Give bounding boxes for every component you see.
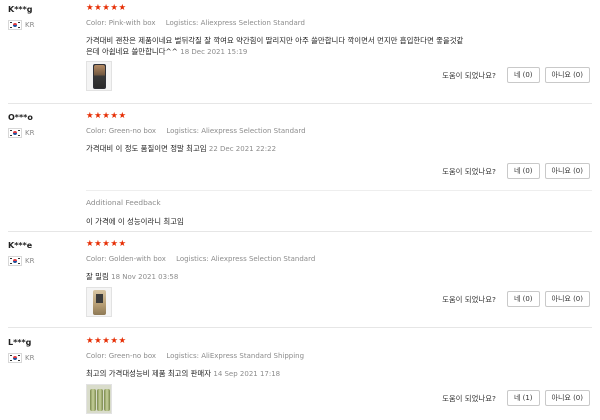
reviewer-info: O***o KR <box>8 113 34 138</box>
review-item: O***o KR ★★★★★ Color: Green-no box Logis… <box>0 104 600 232</box>
color-label: Color: <box>86 255 107 263</box>
reviewer-info: K***g KR <box>8 5 34 30</box>
review-date: 18 Dec 2021 15:19 <box>180 48 248 56</box>
review-text: 가격대비 괜찬은 제품이네요 벌뒤각질 잘 깍여요 약간힘이 딸리지만 아주 쓸… <box>86 35 590 58</box>
helpful-no-button[interactable]: 아니요 (0) <box>544 163 590 179</box>
logistics-label: Logistics: <box>176 255 209 263</box>
review-meta: Color: Golden-with box Logistics: Aliexp… <box>86 255 590 263</box>
star-rating: ★★★★★ <box>86 111 127 121</box>
country-code: KR <box>25 257 35 265</box>
logistics-value: Aliexpress Selection Standard <box>200 19 305 27</box>
review-text: 가격대비 이 정도 품질이면 정말 최고임 22 Dec 2021 22:22 <box>86 143 590 155</box>
review-text-line: 가격대비 괜찬은 제품이네요 벌뒤각질 잘 깍여요 약간힘이 딸리지만 아주 쓸… <box>86 36 464 45</box>
logistics-value: Aliexpress Selection Standard <box>210 255 316 263</box>
helpful-yes-button[interactable]: 네 (0) <box>506 163 540 179</box>
review-text-line: 은데 아쉽네요 쓸만합니다^^ <box>86 47 178 56</box>
helpful-question: 도움이 되었나요? <box>442 294 496 304</box>
review-date: 14 Sep 2021 17:18 <box>213 370 281 378</box>
reviewer-country: KR <box>8 128 34 138</box>
review-text-line: 잘 밀림 <box>86 272 109 281</box>
reviewer-name: K***g <box>8 5 33 14</box>
reviewer-country: KR <box>8 353 34 363</box>
reviewer-name: K***e <box>8 241 33 250</box>
color-label: Color: <box>86 127 107 135</box>
review-item: K***e KR ★★★★★ Color: Golden-with box Lo… <box>0 232 600 328</box>
additional-feedback-text: 이 가격에 이 성능이라니 최고임 <box>86 217 184 226</box>
star-rating: ★★★★★ <box>86 3 127 13</box>
star-rating: ★★★★★ <box>86 239 127 249</box>
helpful-section: 도움이 되었나요? 네 (1) 아니요 (0) <box>442 390 590 406</box>
helpful-question: 도움이 되었나요? <box>442 70 496 80</box>
review-text: 최고의 가격대성능비 제품 최고의 판매자 14 Sep 2021 17:18 <box>86 368 590 380</box>
helpful-no-button[interactable]: 아니요 (0) <box>544 67 590 83</box>
reviewer-country: KR <box>8 20 34 30</box>
helpful-no-button[interactable]: 아니요 (0) <box>544 390 590 406</box>
review-text: 잘 밀림 18 Nov 2021 03:58 <box>86 271 590 283</box>
reviewer-name: O***o <box>8 113 33 122</box>
korea-flag-icon <box>8 128 22 138</box>
logistics-label: Logistics: <box>166 127 199 135</box>
reviewer-info: L***g KR <box>8 338 34 363</box>
helpful-yes-button[interactable]: 네 (0) <box>506 67 540 83</box>
review-body: ★★★★★ Color: Pink-with box Logistics: Al… <box>86 4 590 58</box>
helpful-yes-button[interactable]: 네 (0) <box>506 291 540 307</box>
review-meta: Color: Green-no box Logistics: AliExpres… <box>86 352 590 360</box>
helpful-section: 도움이 되었나요? 네 (0) 아니요 (0) <box>442 291 590 307</box>
logistics-label: Logistics: <box>165 19 199 27</box>
review-item: K***g KR ★★★★★ Color: Pink-with box Logi… <box>0 0 600 104</box>
product-photo-detail <box>97 389 103 411</box>
korea-flag-icon <box>8 353 22 363</box>
color-value: Golden-with box <box>108 255 166 263</box>
logistics-value: AliExpress Standard Shipping <box>201 352 305 360</box>
country-code: KR <box>25 354 35 362</box>
reviewer-info: K***e KR <box>8 241 34 266</box>
additional-feedback-title: Additional Feedback <box>86 198 161 207</box>
logistics-label: Logistics: <box>166 352 199 360</box>
country-code: KR <box>25 129 35 137</box>
color-value: Pink-with box <box>108 19 156 27</box>
review-item: L***g KR ★★★★★ Color: Green-no box Logis… <box>0 328 600 420</box>
review-meta: Color: Pink-with box Logistics: Aliexpre… <box>86 19 590 27</box>
review-body: ★★★★★ Color: Golden-with box Logistics: … <box>86 240 590 283</box>
review-date: 22 Dec 2021 22:22 <box>208 145 277 153</box>
product-photo-detail <box>94 65 105 88</box>
color-label: Color: <box>86 19 107 27</box>
review-body: ★★★★★ Color: Green-no box Logistics: Ali… <box>86 337 590 380</box>
reviewer-name: L***g <box>8 338 32 347</box>
product-photo <box>90 389 96 411</box>
country-code: KR <box>25 21 35 29</box>
additional-divider <box>86 190 592 191</box>
star-rating: ★★★★★ <box>86 336 127 346</box>
product-photo <box>93 290 106 315</box>
review-date: 18 Nov 2021 03:58 <box>111 273 179 281</box>
review-body: ★★★★★ Color: Green-no box Logistics: Ali… <box>86 112 590 155</box>
color-value: Green-no box <box>108 352 157 360</box>
review-text-line: 최고의 가격대성능비 제품 최고의 판매자 <box>86 369 211 378</box>
helpful-no-button[interactable]: 아니요 (0) <box>544 291 590 307</box>
reviewer-country: KR <box>8 256 34 266</box>
review-meta: Color: Green-no box Logistics: Aliexpres… <box>86 127 590 135</box>
helpful-section: 도움이 되었나요? 네 (0) 아니요 (0) <box>442 67 590 83</box>
korea-flag-icon <box>8 20 22 30</box>
helpful-question: 도움이 되었나요? <box>442 393 496 403</box>
logistics-value: Aliexpress Selection Standard <box>201 127 306 135</box>
helpful-section: 도움이 되었나요? 네 (0) 아니요 (0) <box>442 163 590 179</box>
korea-flag-icon <box>8 256 22 266</box>
helpful-yes-button[interactable]: 네 (1) <box>506 390 540 406</box>
color-value: Green-no box <box>108 127 157 135</box>
helpful-question: 도움이 되었나요? <box>442 166 496 176</box>
review-photo-thumbnail[interactable] <box>86 287 112 317</box>
review-text-line: 가격대비 이 정도 품질이면 정말 최고임 <box>86 144 207 153</box>
review-photo-thumbnail[interactable] <box>86 384 112 414</box>
color-label: Color: <box>86 352 107 360</box>
review-photo-thumbnail[interactable] <box>86 61 112 91</box>
product-photo-detail <box>104 389 110 411</box>
